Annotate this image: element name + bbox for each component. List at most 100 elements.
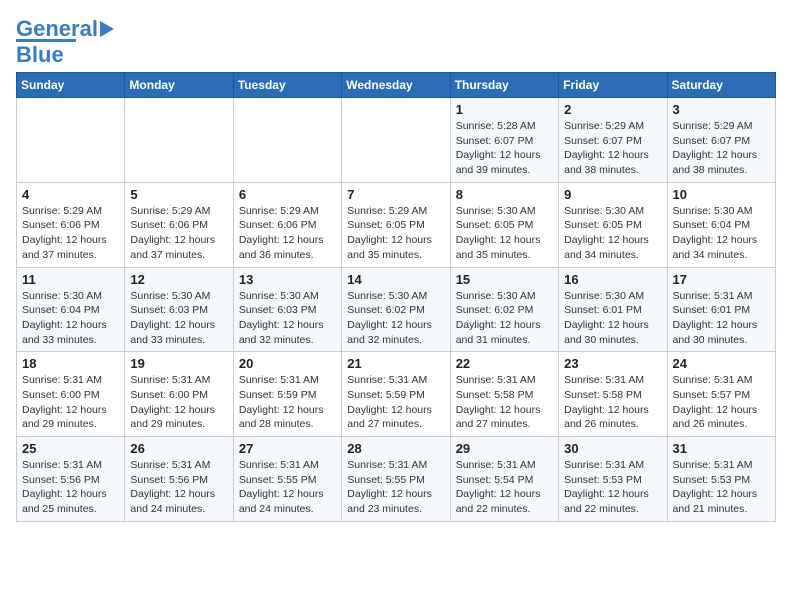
logo: General Blue (16, 16, 114, 68)
calendar-cell (125, 98, 233, 183)
day-number: 20 (239, 356, 336, 371)
day-info: Sunrise: 5:30 AMSunset: 6:04 PMDaylight:… (22, 289, 119, 348)
day-number: 31 (673, 441, 770, 456)
day-info: Sunrise: 5:31 AMSunset: 5:59 PMDaylight:… (239, 373, 336, 432)
calendar-cell: 2 Sunrise: 5:29 AMSunset: 6:07 PMDaylight… (559, 98, 667, 183)
calendar-cell (233, 98, 341, 183)
day-number: 3 (673, 102, 770, 117)
day-number: 24 (673, 356, 770, 371)
day-number: 23 (564, 356, 661, 371)
calendar-cell: 23 Sunrise: 5:31 AMSunset: 5:58 PMDayligh… (559, 352, 667, 437)
day-info: Sunrise: 5:30 AMSunset: 6:02 PMDaylight:… (347, 289, 444, 348)
calendar-cell: 16 Sunrise: 5:30 AMSunset: 6:01 PMDayligh… (559, 267, 667, 352)
day-info: Sunrise: 5:29 AMSunset: 6:05 PMDaylight:… (347, 204, 444, 263)
calendar-cell (17, 98, 125, 183)
day-info: Sunrise: 5:30 AMSunset: 6:03 PMDaylight:… (239, 289, 336, 348)
day-number: 6 (239, 187, 336, 202)
day-info: Sunrise: 5:31 AMSunset: 5:56 PMDaylight:… (130, 458, 227, 517)
calendar-cell: 17 Sunrise: 5:31 AMSunset: 6:01 PMDayligh… (667, 267, 775, 352)
weekday-header-monday: Monday (125, 73, 233, 98)
calendar-cell: 3 Sunrise: 5:29 AMSunset: 6:07 PMDaylight… (667, 98, 775, 183)
day-info: Sunrise: 5:30 AMSunset: 6:01 PMDaylight:… (564, 289, 661, 348)
calendar-cell: 5Sunrise: 5:29 AMSunset: 6:06 PMDaylight… (125, 182, 233, 267)
day-number: 8 (456, 187, 553, 202)
calendar-cell: 25 Sunrise: 5:31 AMSunset: 5:56 PMDayligh… (17, 437, 125, 522)
day-info: Sunrise: 5:31 AMSunset: 6:00 PMDaylight:… (130, 373, 227, 432)
day-number: 4 (22, 187, 119, 202)
calendar-cell: 12 Sunrise: 5:30 AMSunset: 6:03 PMDayligh… (125, 267, 233, 352)
day-info: Sunrise: 5:29 AMSunset: 6:06 PMDaylight:… (239, 204, 336, 263)
calendar-cell: 6 Sunrise: 5:29 AMSunset: 6:06 PMDaylight… (233, 182, 341, 267)
calendar-cell: 28 Sunrise: 5:31 AMSunset: 5:55 PMDayligh… (342, 437, 450, 522)
day-number: 18 (22, 356, 119, 371)
calendar-cell: 13 Sunrise: 5:30 AMSunset: 6:03 PMDayligh… (233, 267, 341, 352)
day-info: Sunrise: 5:28 AMSunset: 6:07 PMDaylight:… (456, 119, 553, 178)
calendar-cell: 18 Sunrise: 5:31 AMSunset: 6:00 PMDayligh… (17, 352, 125, 437)
calendar-cell: 7 Sunrise: 5:29 AMSunset: 6:05 PMDaylight… (342, 182, 450, 267)
day-info: Sunrise: 5:30 AMSunset: 6:05 PMDaylight:… (456, 204, 553, 263)
day-info: Sunrise: 5:31 AMSunset: 5:57 PMDaylight:… (673, 373, 770, 432)
day-number: 29 (456, 441, 553, 456)
calendar-cell: 31 Sunrise: 5:31 AMSunset: 5:53 PMDayligh… (667, 437, 775, 522)
calendar-week-3: 11 Sunrise: 5:30 AMSunset: 6:04 PMDayligh… (17, 267, 776, 352)
day-info: Sunrise: 5:29 AMSunset: 6:07 PMDaylight:… (673, 119, 770, 178)
day-number: 21 (347, 356, 444, 371)
calendar-cell: 29 Sunrise: 5:31 AMSunset: 5:54 PMDayligh… (450, 437, 558, 522)
calendar-cell: 26 Sunrise: 5:31 AMSunset: 5:56 PMDayligh… (125, 437, 233, 522)
calendar-week-2: 4 Sunrise: 5:29 AMSunset: 6:06 PMDaylight… (17, 182, 776, 267)
calendar-week-4: 18 Sunrise: 5:31 AMSunset: 6:00 PMDayligh… (17, 352, 776, 437)
day-number: 17 (673, 272, 770, 287)
weekday-header-wednesday: Wednesday (342, 73, 450, 98)
calendar-cell: 4 Sunrise: 5:29 AMSunset: 6:06 PMDaylight… (17, 182, 125, 267)
day-info: Sunrise: 5:31 AMSunset: 5:55 PMDaylight:… (239, 458, 336, 517)
calendar-cell: 9Sunrise: 5:30 AMSunset: 6:05 PMDaylight… (559, 182, 667, 267)
day-info: Sunrise: 5:29 AMSunset: 6:07 PMDaylight:… (564, 119, 661, 178)
calendar-cell: 10 Sunrise: 5:30 AMSunset: 6:04 PMDayligh… (667, 182, 775, 267)
day-info: Sunrise: 5:31 AMSunset: 5:54 PMDaylight:… (456, 458, 553, 517)
day-number: 22 (456, 356, 553, 371)
calendar-cell: 21 Sunrise: 5:31 AMSunset: 5:59 PMDayligh… (342, 352, 450, 437)
day-number: 11 (22, 272, 119, 287)
weekday-header-thursday: Thursday (450, 73, 558, 98)
calendar-cell: 30 Sunrise: 5:31 AMSunset: 5:53 PMDayligh… (559, 437, 667, 522)
day-info: Sunrise: 5:31 AMSunset: 5:53 PMDaylight:… (564, 458, 661, 517)
day-number: 7 (347, 187, 444, 202)
day-number: 16 (564, 272, 661, 287)
day-number: 1 (456, 102, 553, 117)
day-info: Sunrise: 5:29 AMSunset: 6:06 PMDaylight:… (22, 204, 119, 263)
day-info: Sunrise: 5:31 AMSunset: 5:59 PMDaylight:… (347, 373, 444, 432)
day-number: 2 (564, 102, 661, 117)
day-number: 10 (673, 187, 770, 202)
calendar-cell: 22 Sunrise: 5:31 AMSunset: 5:58 PMDayligh… (450, 352, 558, 437)
day-info: Sunrise: 5:31 AMSunset: 5:56 PMDaylight:… (22, 458, 119, 517)
day-info: Sunrise: 5:31 AMSunset: 6:01 PMDaylight:… (673, 289, 770, 348)
calendar-cell (342, 98, 450, 183)
day-info: Sunrise: 5:31 AMSunset: 5:55 PMDaylight:… (347, 458, 444, 517)
calendar-cell: 19Sunrise: 5:31 AMSunset: 6:00 PMDayligh… (125, 352, 233, 437)
day-number: 25 (22, 441, 119, 456)
day-info: Sunrise: 5:30 AMSunset: 6:03 PMDaylight:… (130, 289, 227, 348)
day-info: Sunrise: 5:31 AMSunset: 5:58 PMDaylight:… (456, 373, 553, 432)
logo-triangle-icon (100, 21, 114, 37)
day-info: Sunrise: 5:31 AMSunset: 6:00 PMDaylight:… (22, 373, 119, 432)
day-number: 28 (347, 441, 444, 456)
calendar-week-1: 1 Sunrise: 5:28 AMSunset: 6:07 PMDaylight… (17, 98, 776, 183)
day-info: Sunrise: 5:31 AMSunset: 5:53 PMDaylight:… (673, 458, 770, 517)
day-number: 13 (239, 272, 336, 287)
day-number: 9 (564, 187, 661, 202)
calendar-table: SundayMondayTuesdayWednesdayThursdayFrid… (16, 72, 776, 522)
day-number: 30 (564, 441, 661, 456)
day-info: Sunrise: 5:30 AMSunset: 6:02 PMDaylight:… (456, 289, 553, 348)
calendar-cell: 14 Sunrise: 5:30 AMSunset: 6:02 PMDayligh… (342, 267, 450, 352)
weekday-header-row: SundayMondayTuesdayWednesdayThursdayFrid… (17, 73, 776, 98)
calendar-cell: 1 Sunrise: 5:28 AMSunset: 6:07 PMDaylight… (450, 98, 558, 183)
calendar-cell: 27Sunrise: 5:31 AMSunset: 5:55 PMDayligh… (233, 437, 341, 522)
day-info: Sunrise: 5:30 AMSunset: 6:04 PMDaylight:… (673, 204, 770, 263)
day-info: Sunrise: 5:31 AMSunset: 5:58 PMDaylight:… (564, 373, 661, 432)
weekday-header-tuesday: Tuesday (233, 73, 341, 98)
day-number: 14 (347, 272, 444, 287)
day-number: 15 (456, 272, 553, 287)
day-number: 26 (130, 441, 227, 456)
day-number: 12 (130, 272, 227, 287)
calendar-cell: 15 Sunrise: 5:30 AMSunset: 6:02 PMDayligh… (450, 267, 558, 352)
